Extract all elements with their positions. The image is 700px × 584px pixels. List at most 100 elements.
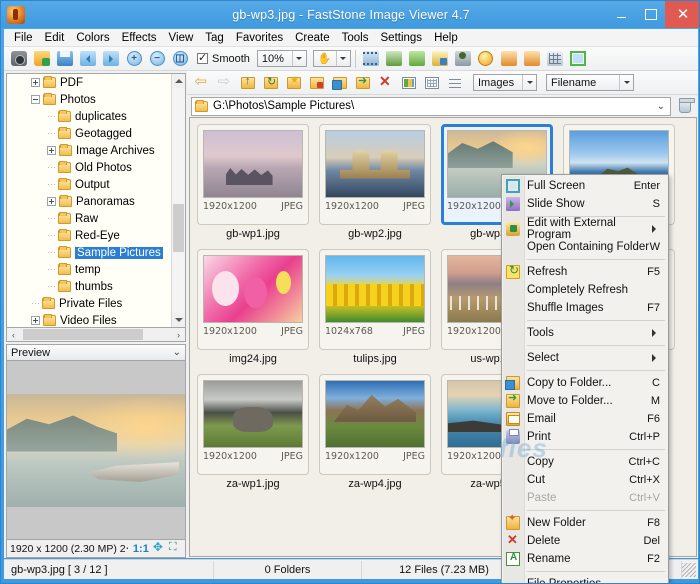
tree-node-output[interactable]: ⋯Output [7, 176, 185, 193]
rotate-right-button[interactable] [100, 48, 122, 69]
context-menu-item-copy-to-folder[interactable]: Copy to Folder...C [502, 374, 668, 392]
tree-node-geotagged[interactable]: ⋯Geotagged [7, 125, 185, 142]
sort-order-select[interactable]: Filename [546, 74, 634, 91]
context-menu-item-email[interactable]: EmailF6 [502, 410, 668, 428]
up-one-level-button[interactable] [237, 72, 259, 93]
chevron-down-icon[interactable] [619, 75, 633, 90]
forward-button[interactable] [214, 72, 236, 93]
convert-button[interactable] [429, 48, 451, 69]
preview-image-area[interactable] [6, 361, 186, 540]
context-menu-item-completely-refresh[interactable]: Completely Refresh [502, 281, 668, 299]
save-as-button[interactable] [54, 48, 76, 69]
menu-view[interactable]: View [163, 29, 200, 47]
path-input[interactable]: G:\Photos\Sample Pictures\ ⌄ [191, 97, 671, 116]
tree-node-video-files[interactable]: Video Files [7, 312, 185, 328]
refresh-folder-button[interactable] [260, 72, 282, 93]
app-logo-icon[interactable] [7, 6, 25, 24]
thumbnail-item[interactable]: 1920x1200JPEGimg24.jpg [197, 249, 309, 365]
thumbnail-item[interactable]: 1920x1200JPEGgb-wp1.jpg [197, 124, 309, 240]
smooth-checkbox[interactable]: Smooth [197, 53, 250, 65]
undo-button[interactable] [498, 48, 520, 69]
context-menu-item-open-containing-folder[interactable]: Open Containing FolderW [502, 238, 668, 256]
thumbnail-box[interactable]: 1920x1200JPEG [197, 249, 309, 350]
tree-node-panoramas[interactable]: Panoramas [7, 193, 185, 210]
menu-file[interactable]: File [8, 29, 39, 47]
recycle-bin-button[interactable] [675, 97, 695, 116]
scroll-left-icon[interactable]: ‹ [7, 329, 20, 341]
preview-panel-header[interactable]: Preview ⌄ [6, 344, 186, 361]
menu-colors[interactable]: Colors [70, 29, 115, 47]
tree-expand-icon[interactable] [31, 78, 40, 87]
context-menu-item-file-properties[interactable]: File Properties [502, 575, 668, 584]
close-button[interactable]: ✕ [665, 1, 700, 28]
tree-expand-icon[interactable] [47, 197, 56, 206]
menu-create[interactable]: Create [289, 29, 336, 47]
tree-node-sample-pictures[interactable]: ⋯Sample Pictures [7, 244, 185, 261]
context-menu-item-rename[interactable]: RenameF2 [502, 550, 668, 568]
scroll-up-icon[interactable] [172, 74, 186, 88]
chevron-down-icon[interactable] [292, 51, 306, 66]
zoom-level-select[interactable]: 10% [257, 50, 307, 67]
redo-button[interactable] [521, 48, 543, 69]
tree-node-private-files[interactable]: ⋯Private Files [7, 295, 185, 312]
tree-hscroll-thumb[interactable] [23, 329, 143, 340]
screen-capture-button[interactable] [8, 48, 30, 69]
thumbnail-item[interactable]: 1920x1200JPEGza-wp4.jpg [319, 374, 431, 490]
context-menu-item-select[interactable]: Select [502, 349, 668, 367]
tag-grid-button[interactable] [544, 48, 566, 69]
tree-expand-icon[interactable] [31, 316, 40, 325]
tree-node-duplicates[interactable]: ⋯duplicates [7, 108, 185, 125]
contact-sheet-button[interactable] [406, 48, 428, 69]
tree-node-photos[interactable]: Photos [7, 91, 185, 108]
rotate-left-button[interactable] [77, 48, 99, 69]
adjust-lighting-button[interactable] [475, 48, 497, 69]
chevron-double-down-icon[interactable]: ⌄ [173, 347, 181, 358]
full-screen-icon[interactable] [169, 543, 181, 555]
actual-size-button[interactable]: ◫ [169, 48, 191, 69]
file-filter-select[interactable]: Images [473, 74, 537, 91]
thumbnail-item[interactable]: 1024x768JPEGtulips.jpg [319, 249, 431, 365]
tree-node-thumbs[interactable]: ⋯thumbs [7, 278, 185, 295]
menu-edit[interactable]: Edit [39, 29, 71, 47]
detail-view-button[interactable] [444, 72, 466, 93]
menu-settings[interactable]: Settings [375, 29, 429, 47]
list-view-button[interactable] [421, 72, 443, 93]
context-menu[interactable]: Full ScreenEnterSlide ShowSEdit with Ext… [501, 174, 669, 584]
context-menu-item-delete[interactable]: DeleteDel [502, 532, 668, 550]
tree-node-red-eye[interactable]: ⋯Red-Eye [7, 227, 185, 244]
back-button[interactable] [191, 72, 213, 93]
context-menu-item-print[interactable]: PrintCtrl+P [502, 428, 668, 446]
thumbnail-box[interactable]: 1920x1200JPEG [197, 374, 309, 475]
zoom-out-button[interactable]: − [146, 48, 168, 69]
chevron-down-icon[interactable] [522, 75, 536, 90]
scroll-down-icon[interactable] [172, 313, 186, 327]
minimize-button[interactable] [607, 1, 636, 28]
menu-tools[interactable]: Tools [336, 29, 375, 47]
full-screen-button[interactable] [567, 48, 589, 69]
menu-favorites[interactable]: Favorites [230, 29, 289, 47]
tree-node-temp[interactable]: ⋯temp [7, 261, 185, 278]
red-eye-button[interactable] [452, 48, 474, 69]
tree-node-pdf[interactable]: PDF [7, 74, 185, 91]
thumbnail-view-button[interactable] [398, 72, 420, 93]
scroll-right-icon[interactable]: › [172, 329, 185, 341]
thumbnail-item[interactable]: 1920x1200JPEGgb-wp2.jpg [319, 124, 431, 240]
fit-to-window-icon[interactable] [153, 543, 165, 555]
context-menu-item-shuffle-images[interactable]: Shuffle ImagesF7 [502, 299, 668, 317]
compare-button[interactable] [383, 48, 405, 69]
thumbnail-box[interactable]: 1920x1200JPEG [319, 374, 431, 475]
chevron-down-icon[interactable]: ⌄ [657, 101, 668, 112]
tree-node-old-photos[interactable]: ⋯Old Photos [7, 159, 185, 176]
context-menu-item-refresh[interactable]: RefreshF5 [502, 263, 668, 281]
thumbnail-box[interactable]: 1920x1200JPEG [197, 124, 309, 225]
menu-tag[interactable]: Tag [199, 29, 230, 47]
tree-horizontal-scrollbar[interactable]: ‹ › [6, 328, 186, 342]
copy-to-folder-button[interactable] [329, 72, 351, 93]
move-to-folder-button[interactable] [352, 72, 374, 93]
thumbnail-item[interactable]: 1920x1200JPEGza-wp1.jpg [197, 374, 309, 490]
context-menu-item-new-folder[interactable]: New FolderF8 [502, 514, 668, 532]
tree-expand-icon[interactable] [47, 146, 56, 155]
new-folder-button[interactable] [306, 72, 328, 93]
chevron-down-icon[interactable] [336, 51, 350, 66]
open-folder-button[interactable] [31, 48, 53, 69]
